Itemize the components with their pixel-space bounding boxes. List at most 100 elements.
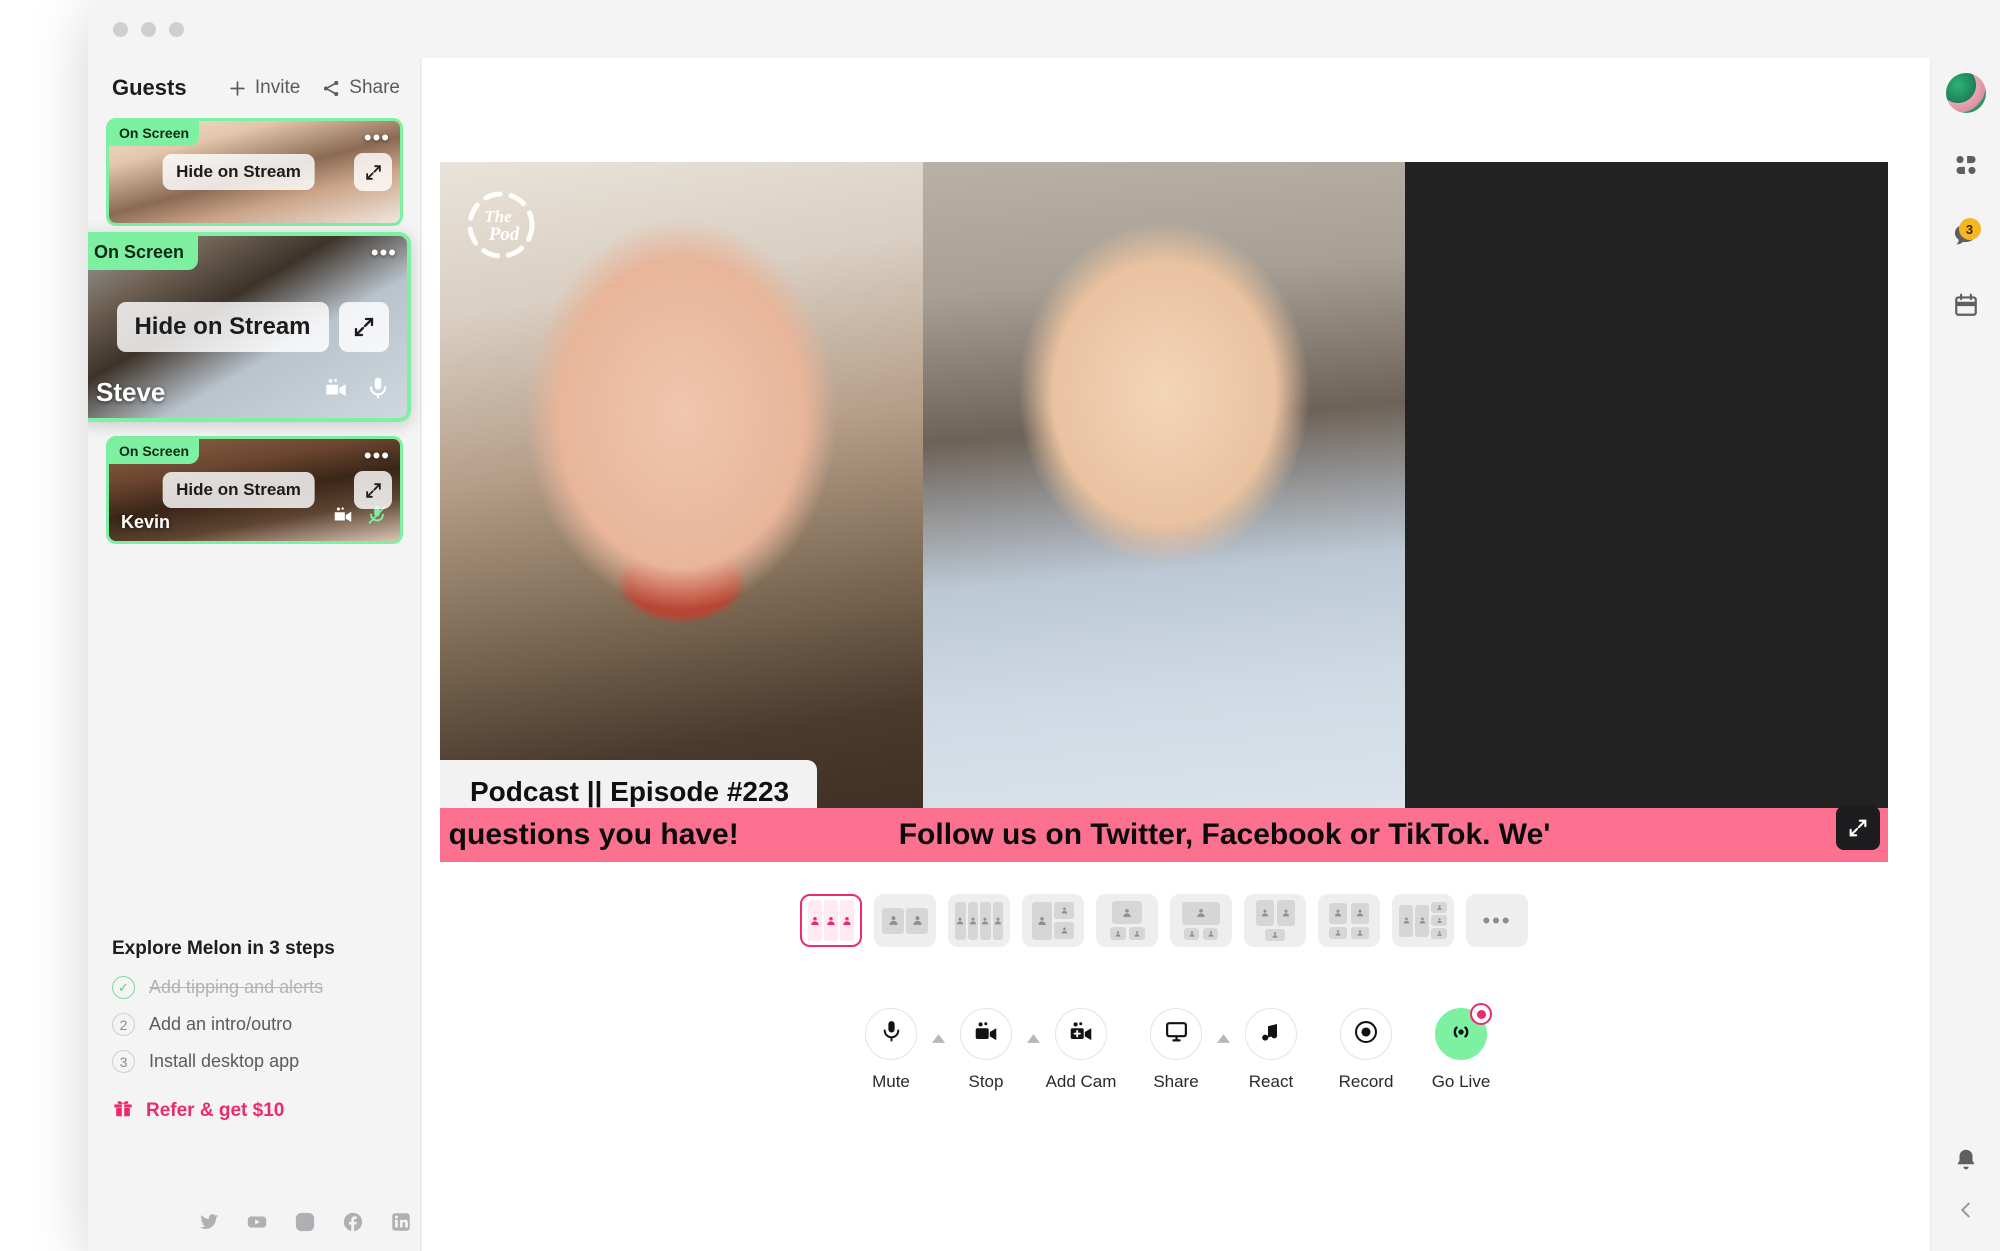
status-badge: On Screen [109,439,200,464]
guest-card[interactable]: On Screen ••• Hide on Stream Kevin [106,436,403,544]
rail-item-apps[interactable] [1945,146,1987,188]
stop-options-caret[interactable] [1026,1030,1041,1048]
explore-step-label: Install desktop app [149,1051,300,1071]
record-icon [1353,1019,1379,1050]
check-circle-icon: ✓ [112,976,135,999]
guest-tile-2[interactable] [922,162,1406,862]
app-window: Guests Invite Share On Screen ••• Hide o… [88,0,2000,1251]
twitter-icon[interactable] [198,1211,220,1233]
instagram-icon[interactable] [294,1211,316,1233]
go-live-control-group: Go Live [1421,1003,1502,1092]
stop-video-circle[interactable] [960,1008,1012,1060]
hide-on-stream-button[interactable]: Hide on Stream [162,472,315,508]
camera-icon[interactable] [323,375,349,406]
page-title: Guests [112,75,187,100]
add-cam-button[interactable]: Add Cam [1041,1008,1122,1092]
microphone-icon[interactable] [365,375,391,406]
hide-on-stream-button[interactable]: Hide on Stream [116,302,329,352]
explore-section: Explore Melon in 3 steps ✓ Add tipping a… [112,938,412,1124]
react-label: React [1248,1072,1294,1091]
music-note-icon [1259,1020,1283,1049]
react-control-group: React [1231,1008,1326,1092]
layout-option-three-column[interactable] [800,894,862,947]
close-button[interactable] [113,22,128,37]
record-button[interactable]: Record [1326,1008,1407,1092]
expand-guest-button[interactable] [339,302,389,352]
invite-button[interactable]: Invite [228,77,300,99]
rail-item-calendar[interactable] [1945,286,1987,328]
minimize-button[interactable] [141,22,156,37]
share-control-group: Share [1136,1008,1231,1092]
stop-video-button[interactable]: Stop [946,1008,1027,1092]
rail-item-profile[interactable] [1945,72,1987,114]
layout-option-two-plus-three[interactable] [1392,894,1454,947]
mute-options-caret[interactable] [931,1030,946,1048]
react-circle[interactable] [1245,1008,1297,1060]
rail-item-notifications[interactable] [1945,1141,1987,1183]
guest-video-2 [922,162,1406,862]
add-cam-label: Add Cam [1045,1072,1117,1091]
window-traffic-lights [113,22,184,37]
maximize-button[interactable] [169,22,184,37]
layout-option-more[interactable]: ••• [1466,894,1528,947]
layout-option-two-up[interactable] [874,894,936,947]
camera-icon [973,1019,999,1050]
layout-option-one-over-two[interactable] [1170,894,1232,947]
share-options-caret[interactable] [1216,1030,1231,1048]
linkedin-icon[interactable] [390,1211,412,1233]
layout-option-two-over-two[interactable] [1318,894,1380,947]
rail-item-collapse[interactable] [1945,1191,1987,1233]
guest-tile-1[interactable] [440,162,923,862]
go-live-circle[interactable] [1435,1003,1492,1060]
go-live-button[interactable]: Go Live [1421,1003,1502,1092]
go-live-label: Go Live [1431,1072,1491,1091]
refer-link[interactable]: Refer & get $10 [112,1097,412,1124]
layout-picker: ••• [440,894,1888,950]
chevron-left-icon [1955,1199,1977,1226]
guest-card-selected[interactable]: On Screen ••• Hide on Stream Steve [88,232,411,422]
plus-icon [228,79,247,98]
share-screen-circle[interactable] [1150,1008,1202,1060]
expand-guest-button[interactable] [354,153,392,191]
react-button[interactable]: React [1231,1008,1312,1092]
share-button[interactable]: Share [322,77,400,99]
svg-text:Pod: Pod [488,224,520,245]
youtube-icon[interactable] [246,1211,268,1233]
facebook-icon[interactable] [342,1211,364,1233]
guest-options-button[interactable]: ••• [364,127,390,149]
explore-step-2[interactable]: 2 Add an intro/outro [112,1013,412,1036]
guest-options-button[interactable]: ••• [371,242,397,264]
layout-option-one-plus-two-right[interactable] [1022,894,1084,947]
mute-button[interactable]: Mute [851,1008,932,1092]
grid-icon [1953,152,1979,183]
rail-item-chat[interactable]: 3 [1945,216,1987,258]
sidebar-header: Guests Invite Share [88,58,420,118]
stop-control-group: Stop [946,1008,1041,1092]
bell-icon [1953,1147,1979,1178]
hide-on-stream-button[interactable]: Hide on Stream [162,154,315,190]
explore-step-1[interactable]: ✓ Add tipping and alerts [112,976,412,999]
screen-share-icon [1164,1019,1189,1049]
share-screen-button[interactable]: Share [1136,1008,1217,1092]
record-circle[interactable] [1340,1008,1392,1060]
guest-options-button[interactable]: ••• [364,445,390,467]
microphone-icon [879,1019,904,1049]
record-label: Record [1338,1072,1394,1091]
guest-av-status [323,375,391,406]
explore-step-3[interactable]: 3 Install desktop app [112,1050,412,1073]
layout-option-four-column[interactable] [948,894,1010,947]
status-badge: On Screen [88,236,199,270]
add-cam-circle[interactable] [1055,1008,1107,1060]
guest-tile-3[interactable] [1405,162,1888,862]
share-label: Share [349,77,400,98]
expand-guest-button[interactable] [354,471,392,509]
ticker-inner: th any questions you have! Follow us on … [440,818,1550,852]
add-cam-control-group: Add Cam [1041,1008,1136,1092]
share-label: Share [1153,1072,1199,1091]
camera-icon[interactable] [332,504,354,531]
layout-option-one-big-two-small[interactable] [1096,894,1158,947]
layout-option-two-over-one[interactable] [1244,894,1306,947]
mute-button-circle[interactable] [865,1008,917,1060]
guest-card[interactable]: On Screen ••• Hide on Stream [106,118,403,226]
expand-canvas-button[interactable] [1836,806,1880,850]
